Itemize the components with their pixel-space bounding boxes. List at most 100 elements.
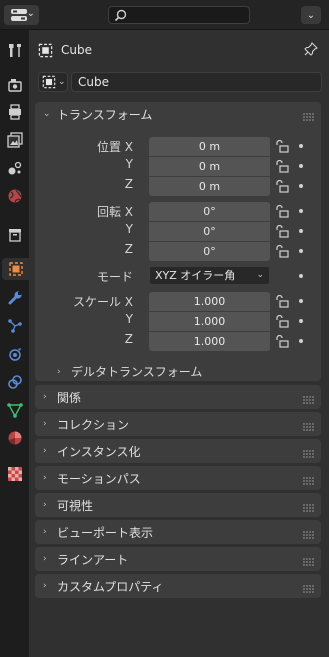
rotation-mode-dropdown[interactable]: XYZ オイラー角 ⌄ (149, 266, 270, 285)
location-y-field[interactable]: 0 m (149, 157, 270, 176)
properties-editor-icon (11, 9, 27, 21)
scale-y-field[interactable]: 1.000 (149, 312, 270, 331)
lock-icon[interactable] (275, 295, 289, 308)
texture-checker-icon (8, 467, 22, 481)
rotation-z-label: Z (124, 242, 133, 256)
tab-world[interactable] (4, 185, 26, 207)
rotation-x-label: 回転 X (96, 205, 133, 219)
lock-icon[interactable] (275, 225, 289, 238)
location-x-field[interactable]: 0 m (149, 137, 270, 156)
chevron-right-icon: › (43, 527, 47, 537)
context-header: Cube (38, 40, 322, 60)
lock-icon[interactable] (275, 140, 289, 153)
keyframe-dot[interactable] (299, 249, 303, 253)
collapsed-panel[interactable]: › カスタムプロパティ (35, 574, 321, 598)
editor-type-button[interactable]: ⌄ (4, 5, 39, 25)
lock-icon[interactable] (275, 180, 289, 193)
drag-handle-icon[interactable] (303, 474, 315, 485)
panel-header[interactable]: › インスタンス化 (35, 439, 321, 463)
particles-icon (8, 319, 22, 333)
options-dropdown[interactable]: ⌄ (301, 6, 321, 24)
keyframe-dot[interactable] (299, 339, 303, 343)
scale-z-field[interactable]: 1.000 (149, 332, 270, 351)
object-name-field[interactable]: Cube (71, 72, 322, 92)
lock-icon[interactable] (275, 245, 289, 258)
chevron-down-icon: ⌄ (43, 109, 51, 119)
rotation-mode-value: XYZ オイラー角 (155, 269, 236, 282)
delta-transform-header[interactable]: › デルタトランスフォーム (57, 363, 202, 380)
tab-collection[interactable] (4, 224, 26, 246)
panel-title: ビューポート表示 (57, 525, 154, 540)
tab-data[interactable] (4, 399, 26, 421)
lock-icon[interactable] (275, 335, 289, 348)
chevron-right-icon: › (43, 446, 47, 456)
drag-handle-icon[interactable] (303, 582, 315, 593)
tool-icon (9, 44, 21, 57)
mesh-data-icon (7, 403, 23, 418)
panel-header[interactable]: › モーションパス (35, 466, 321, 490)
panel-header[interactable]: › 関係 (35, 385, 321, 409)
panel-title: 可視性 (57, 498, 94, 513)
panel-header[interactable]: › カスタムプロパティ (35, 574, 321, 598)
physics-icon (9, 348, 21, 361)
search-input[interactable] (108, 6, 250, 24)
collapsed-panel[interactable]: › モーションパス (35, 466, 321, 490)
collapsed-panel[interactable]: › コレクション (35, 412, 321, 436)
tab-modifiers[interactable] (4, 287, 26, 309)
location-z-field[interactable]: 0 m (149, 177, 270, 196)
keyframe-dot[interactable] (299, 229, 303, 233)
collapsed-panel[interactable]: › 関係 (35, 385, 321, 409)
drag-handle-icon[interactable] (303, 555, 315, 566)
collapsed-panel[interactable]: › ビューポート表示 (35, 520, 321, 544)
tab-output[interactable] (4, 101, 26, 123)
drag-handle-icon[interactable] (303, 501, 315, 512)
panel-title: カスタムプロパティ (57, 579, 164, 594)
keyframe-dot[interactable] (299, 144, 303, 148)
tab-view-layer[interactable] (4, 129, 26, 151)
tab-tool[interactable] (4, 39, 26, 61)
lock-icon[interactable] (275, 315, 289, 328)
tab-render[interactable] (4, 74, 26, 96)
object-icon (8, 262, 23, 276)
rotation-y-label: Y (125, 222, 133, 236)
tab-scene[interactable] (4, 157, 26, 179)
tab-particles[interactable] (4, 315, 26, 337)
drag-handle-icon[interactable] (303, 447, 315, 458)
drag-handle-icon[interactable] (303, 393, 315, 404)
tab-material[interactable] (4, 427, 26, 449)
lock-icon[interactable] (275, 160, 289, 173)
tab-physics[interactable] (4, 343, 26, 365)
collapsed-panel[interactable]: › ラインアート (35, 547, 321, 571)
object-browse-dropdown[interactable]: ⌄ (38, 72, 68, 92)
drag-handle-icon[interactable] (303, 420, 315, 431)
search-icon (114, 9, 127, 22)
rotation-y-field[interactable]: 0° (149, 222, 270, 241)
rotation-x-field[interactable]: 0° (149, 202, 270, 221)
panel-header[interactable]: › コレクション (35, 412, 321, 436)
keyframe-dot[interactable] (299, 164, 303, 168)
collection-box-icon (9, 229, 21, 242)
location-x-label: 位置 X (96, 140, 133, 154)
keyframe-dot[interactable] (299, 299, 303, 303)
material-icon (8, 431, 22, 445)
keyframe-dot[interactable] (299, 184, 303, 188)
rotation-z-field[interactable]: 0° (149, 242, 270, 261)
object-icon (38, 43, 53, 57)
tab-texture[interactable] (4, 463, 26, 485)
tab-object[interactable] (2, 258, 29, 280)
collapsed-panel[interactable]: › 可視性 (35, 493, 321, 517)
keyframe-dot[interactable] (299, 319, 303, 323)
keyframe-dot[interactable] (299, 209, 303, 213)
drag-handle-icon[interactable] (303, 528, 315, 539)
panel-header[interactable]: › ラインアート (35, 547, 321, 571)
lock-icon[interactable] (275, 205, 289, 218)
panel-header[interactable]: › ビューポート表示 (35, 520, 321, 544)
scale-x-field[interactable]: 1.000 (149, 292, 270, 311)
pin-icon[interactable] (304, 42, 318, 56)
collapsed-panel[interactable]: › インスタンス化 (35, 439, 321, 463)
tab-constraints[interactable] (4, 371, 26, 393)
drag-handle-icon[interactable] (303, 110, 315, 121)
panel-header[interactable]: › 可視性 (35, 493, 321, 517)
keyframe-dot[interactable] (299, 274, 303, 278)
transform-panel-header[interactable]: ⌄ トランスフォーム (35, 102, 321, 126)
